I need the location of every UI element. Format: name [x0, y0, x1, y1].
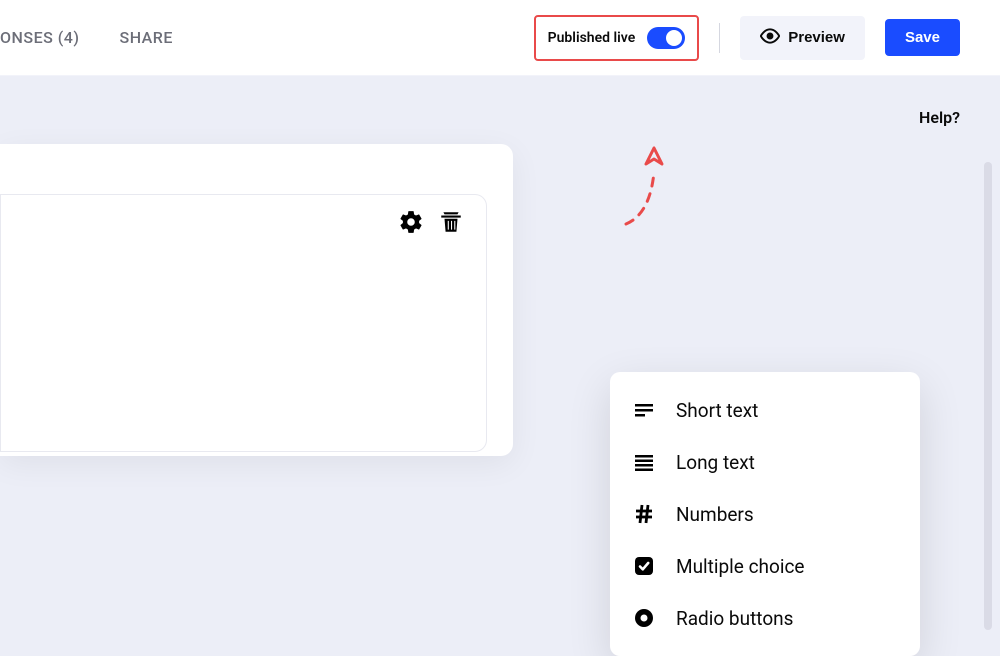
publish-label: Published live — [548, 30, 636, 46]
field-type-long-text[interactable]: Long text — [610, 436, 920, 488]
publish-toggle[interactable] — [647, 27, 685, 49]
question-toolbar — [398, 209, 464, 239]
nav-share[interactable]: SHARE — [120, 28, 173, 47]
hash-icon — [632, 502, 656, 526]
question-card — [0, 144, 513, 456]
trash-icon[interactable] — [438, 209, 464, 239]
menu-item-label: Multiple choice — [676, 555, 804, 578]
question-inner[interactable] — [0, 194, 487, 452]
field-type-short-text[interactable]: Short text — [610, 384, 920, 436]
save-label: Save — [905, 29, 940, 46]
scrollbar[interactable] — [984, 162, 992, 630]
menu-item-label: Short text — [676, 399, 758, 422]
publish-block: Published live — [534, 15, 700, 61]
field-type-multiple-choice[interactable]: Multiple choice — [610, 540, 920, 592]
field-type-radio-buttons[interactable]: Radio buttons — [610, 592, 920, 644]
menu-item-label: Numbers — [676, 503, 754, 526]
save-button[interactable]: Save — [885, 19, 960, 56]
nav-responses[interactable]: ONSES (4) — [0, 28, 80, 47]
menu-item-label: Long text — [676, 451, 755, 474]
preview-label: Preview — [788, 29, 845, 46]
topbar: ONSES (4) SHARE Published live Preview S… — [0, 0, 1000, 76]
eye-icon — [760, 26, 780, 50]
radio-icon — [632, 606, 656, 630]
topbar-left: ONSES (4) SHARE — [0, 28, 173, 47]
menu-item-label: Radio buttons — [676, 607, 793, 630]
short-text-icon — [632, 398, 656, 422]
check-square-icon — [632, 554, 656, 578]
arrow-annotation — [618, 142, 668, 228]
topbar-right: Published live Preview Save — [534, 15, 960, 61]
canvas-area: Help? — [0, 76, 1000, 563]
field-type-numbers[interactable]: Numbers — [610, 488, 920, 540]
field-type-menu: Short text Long text — [610, 372, 920, 656]
long-text-icon — [632, 450, 656, 474]
help-link[interactable]: Help? — [919, 108, 960, 127]
separator — [719, 23, 720, 53]
preview-button[interactable]: Preview — [740, 16, 865, 60]
gear-icon[interactable] — [398, 209, 424, 239]
